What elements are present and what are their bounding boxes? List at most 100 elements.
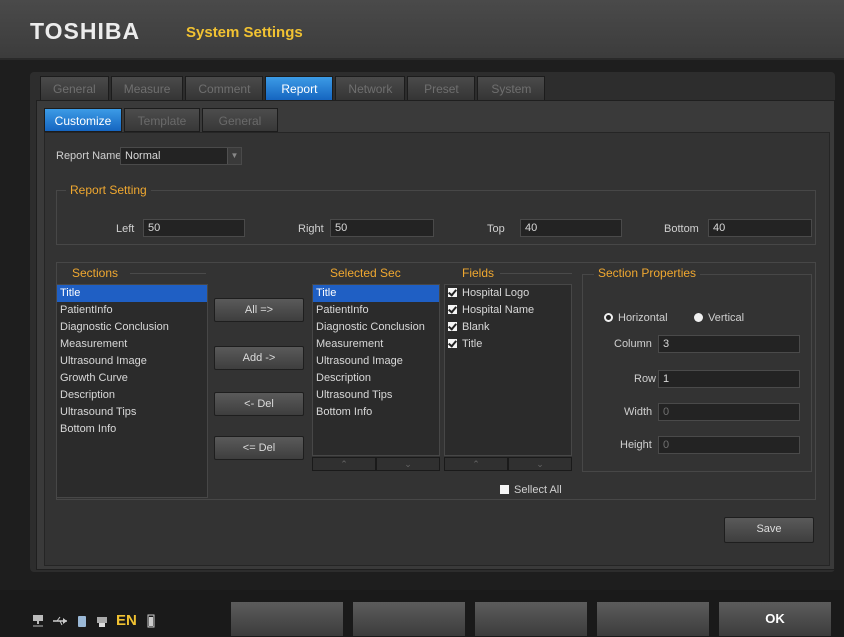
language-indicator: EN — [116, 612, 137, 629]
delete-all-button[interactable]: <= Del — [214, 436, 304, 460]
list-item[interactable]: Growth Curve — [57, 370, 207, 387]
field-label: Title — [462, 338, 483, 350]
scroll-up-button[interactable]: ⌃ — [312, 457, 376, 471]
tab-network[interactable]: Network — [335, 76, 406, 100]
main-tabs: General Measure Comment Report Network P… — [40, 76, 546, 100]
list-item[interactable]: Bottom Info — [313, 404, 439, 421]
scroll-down-button[interactable]: ⌄ — [508, 457, 572, 471]
report-setting-title: Report Setting — [66, 183, 151, 197]
select-all-checkbox[interactable]: Sellect All — [500, 484, 562, 496]
field-label: Blank — [462, 321, 490, 333]
vertical-label: Vertical — [708, 312, 745, 324]
list-item[interactable]: Description — [57, 387, 207, 404]
tab-report[interactable]: Report — [265, 76, 334, 100]
top-margin-input[interactable] — [520, 219, 622, 237]
right-label: Right — [298, 223, 324, 235]
delete-button[interactable]: <- Del — [214, 392, 304, 416]
list-item[interactable]: Description — [313, 370, 439, 387]
checkbox[interactable] — [448, 305, 457, 314]
select-all-label: Sellect All — [514, 484, 562, 496]
tab-system[interactable]: System — [477, 76, 546, 100]
field-item-title[interactable]: Title — [445, 336, 571, 353]
report-name-select[interactable]: Normal ▼ — [120, 147, 242, 165]
battery-icon — [147, 614, 155, 627]
radio-button[interactable] — [604, 313, 613, 322]
add-all-button[interactable]: All => — [214, 298, 304, 322]
checkbox[interactable] — [448, 339, 457, 348]
list-item[interactable]: Ultrasound Image — [57, 353, 207, 370]
right-margin-input[interactable] — [330, 219, 434, 237]
subtab-template[interactable]: Template — [124, 108, 200, 132]
sections-list[interactable]: Title PatientInfo Diagnostic Conclusion … — [56, 284, 208, 498]
divider — [130, 273, 206, 274]
column-label: Column — [614, 338, 652, 350]
scroll-up-button[interactable]: ⌃ — [444, 457, 508, 471]
list-item[interactable]: Measurement — [313, 336, 439, 353]
list-item[interactable]: Measurement — [57, 336, 207, 353]
field-label: Hospital Logo — [462, 287, 530, 299]
list-item[interactable]: Ultrasound Image — [313, 353, 439, 370]
list-item[interactable]: Diagnostic Conclusion — [313, 319, 439, 336]
chevron-down-icon: ▼ — [227, 148, 241, 164]
list-item[interactable]: Ultrasound Tips — [313, 387, 439, 404]
report-name-value: Normal — [125, 150, 161, 162]
app-header: TOSHIBA System Settings — [0, 0, 844, 60]
section-properties-title: Section Properties — [594, 266, 701, 280]
list-item[interactable]: Ultrasound Tips — [57, 404, 207, 421]
row-label: Row — [634, 373, 657, 385]
fields-list[interactable]: Hospital Logo Hospital Name Blank Title — [444, 284, 572, 456]
tab-comment[interactable]: Comment — [185, 76, 264, 100]
tab-measure[interactable]: Measure — [110, 76, 184, 100]
height-label: Height — [620, 439, 652, 451]
save-button[interactable]: Save — [724, 517, 814, 543]
usb-icon — [53, 616, 67, 625]
left-margin-input[interactable] — [143, 219, 245, 237]
left-label: Left — [116, 223, 135, 235]
list-item[interactable]: Diagnostic Conclusion — [57, 319, 207, 336]
list-item[interactable]: Bottom Info — [57, 421, 207, 438]
fields-scroll: ⌃ ⌄ — [444, 457, 572, 471]
bottom-label: Bottom — [664, 223, 699, 235]
field-item-blank[interactable]: Blank — [445, 319, 571, 336]
sections-title: Sections — [72, 266, 119, 280]
sub-tabs: Customize Template General — [44, 108, 278, 132]
subtab-customize[interactable]: Customize — [44, 108, 122, 132]
ok-button[interactable]: OK — [718, 601, 832, 637]
checkbox[interactable] — [448, 288, 457, 297]
tab-preset[interactable]: Preset — [407, 76, 476, 100]
list-item[interactable]: Title — [57, 285, 207, 302]
row-input[interactable] — [658, 370, 800, 388]
checkbox[interactable] — [448, 322, 457, 331]
column-input[interactable] — [658, 335, 800, 353]
horizontal-radio[interactable]: Horizontal — [604, 312, 668, 324]
softkey-4[interactable] — [596, 601, 710, 637]
top-label: Top — [487, 223, 505, 235]
add-button[interactable]: Add -> — [214, 346, 304, 370]
page-title: System Settings — [186, 24, 303, 41]
height-input[interactable] — [658, 436, 800, 454]
softkey-3[interactable] — [474, 601, 588, 637]
tab-general[interactable]: General — [40, 76, 109, 100]
selected-sec-title: Selected Sec — [330, 266, 401, 280]
subtab-general[interactable]: General — [202, 108, 278, 132]
softkey-2[interactable] — [352, 601, 466, 637]
softkey-1[interactable] — [230, 601, 344, 637]
selected-sec-scroll: ⌃ ⌄ — [312, 457, 440, 471]
list-item[interactable]: PatientInfo — [57, 302, 207, 319]
list-item[interactable]: PatientInfo — [313, 302, 439, 319]
field-label: Hospital Name — [462, 304, 535, 316]
field-item-hospital-logo[interactable]: Hospital Logo — [445, 285, 571, 302]
radio-button[interactable] — [694, 313, 703, 322]
list-item[interactable]: Title — [313, 285, 439, 302]
width-input[interactable] — [658, 403, 800, 421]
checkbox[interactable] — [500, 485, 509, 494]
selected-sec-list[interactable]: Title PatientInfo Diagnostic Conclusion … — [312, 284, 440, 456]
storage-icon — [78, 615, 86, 627]
width-label: Width — [624, 406, 653, 418]
bottom-margin-input[interactable] — [708, 219, 812, 237]
horizontal-label: Horizontal — [618, 312, 668, 324]
field-item-hospital-name[interactable]: Hospital Name — [445, 302, 571, 319]
scroll-down-button[interactable]: ⌄ — [376, 457, 440, 471]
vertical-radio[interactable]: Vertical — [694, 312, 744, 324]
printer-icon — [97, 616, 107, 627]
